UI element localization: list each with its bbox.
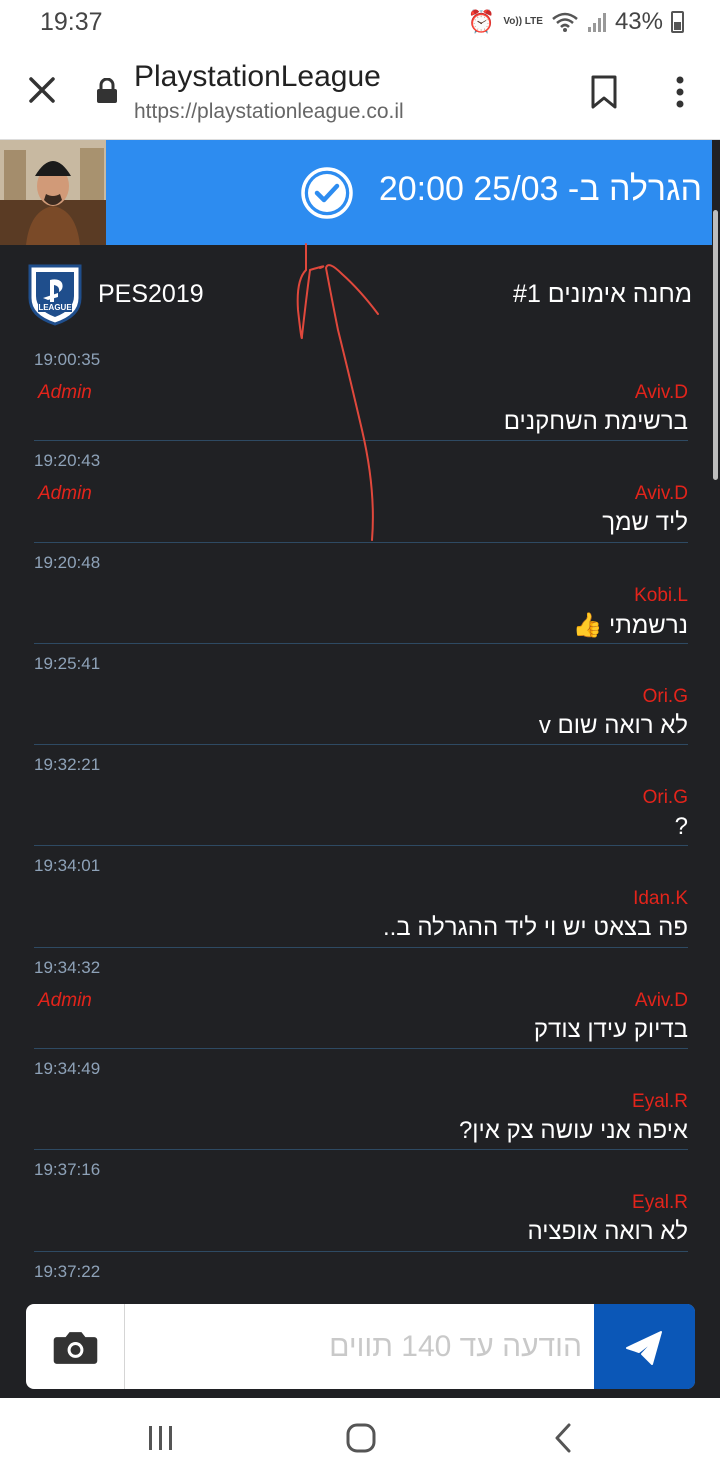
more-menu-button[interactable] [664, 74, 696, 110]
message-text: ברשימת השחקנים [503, 408, 688, 435]
message-text: בדיוק עידן צודק [533, 1015, 688, 1043]
chat-message: 19:34:01 Idan.K פה בצאט יש וי ליד ההגרלה… [0, 846, 720, 948]
playstation-league-logo: LEAGUE [28, 264, 82, 326]
chat-message: 19:34:49 Eyal.R איפה אני עושה צק אין? [0, 1049, 720, 1151]
message-username[interactable]: Ori.G [643, 686, 688, 708]
message-username[interactable]: Ori.G [643, 787, 688, 809]
chat-message: 19:32:21 Ori.G ? [0, 745, 720, 847]
chat-messages[interactable]: 19:00:35 Admin Aviv.D ברשימת השחקנים 19:… [0, 340, 720, 1353]
message-time: 19:34:01 [34, 856, 101, 876]
message-text: לא רואה שום v [538, 711, 688, 739]
check-circle-icon[interactable] [300, 166, 354, 220]
svg-text:LEAGUE: LEAGUE [38, 303, 72, 312]
recent-apps-button[interactable] [140, 1420, 180, 1456]
message-input[interactable] [126, 1304, 594, 1389]
battery-percent: 43% [614, 8, 663, 35]
message-username[interactable]: Eyal.R [632, 1192, 688, 1214]
message-username[interactable]: Eyal.R [632, 1091, 688, 1113]
system-navigation-bar [0, 1398, 720, 1480]
send-button[interactable] [594, 1304, 695, 1389]
page-title: PlaystationLeague [134, 60, 381, 93]
message-text: ? [674, 813, 688, 841]
chat-message: 19:34:32 Admin Aviv.D בדיוק עידן צודק [0, 948, 720, 1050]
alarm-icon: ⏰ [467, 9, 496, 34]
draw-announcement: הגרלה ב- 25/03 20:00 [378, 170, 702, 208]
status-bar: 19:37 ⏰ Vo)) LTE 43% [0, 0, 720, 44]
message-text: איפה אני עושה צק אין? [458, 1117, 688, 1145]
message-time: 19:37:22 [34, 1261, 101, 1281]
admin-badge: Admin [38, 989, 92, 1011]
message-time: 19:25:41 [34, 653, 101, 673]
message-time: 19:32:21 [34, 755, 101, 775]
chat-message: 19:00:35 Admin Aviv.D ברשימת השחקנים [0, 340, 720, 442]
battery-icon [671, 11, 684, 33]
volte-icon: Vo)) LTE [503, 16, 543, 27]
message-time: 19:34:32 [34, 957, 101, 977]
close-tab-button[interactable] [24, 72, 60, 108]
camera-button[interactable] [26, 1304, 125, 1389]
message-username[interactable]: Kobi.L [634, 585, 688, 607]
message-time: 19:34:49 [34, 1059, 101, 1079]
admin-badge: Admin [38, 483, 92, 505]
home-button[interactable] [341, 1420, 381, 1456]
message-text: לא רואה אופציה [527, 1218, 688, 1246]
status-icons: ⏰ Vo)) LTE 43% [468, 8, 684, 36]
avatar[interactable] [0, 140, 106, 245]
message-username[interactable]: Aviv.D [635, 990, 688, 1012]
message-text: נרשמתי 👍 [572, 611, 688, 639]
lock-icon [97, 78, 117, 103]
message-time: 19:20:43 [34, 451, 101, 471]
browser-toolbar: PlaystationLeague https://playstationlea… [0, 44, 720, 140]
draw-banner[interactable]: הגרלה ב- 25/03 20:00 [0, 140, 712, 245]
message-time: 19:37:16 [34, 1160, 101, 1180]
message-username[interactable]: Aviv.D [635, 483, 688, 505]
admin-badge: Admin [38, 382, 92, 403]
chat-message: 19:20:48 Kobi.L נרשמתי 👍 [0, 543, 720, 644]
message-username[interactable]: Idan.K [633, 888, 688, 910]
message-composer [26, 1304, 695, 1389]
message-username[interactable]: Aviv.D [635, 382, 688, 404]
chat-message: 19:20:43 Admin Aviv.D ליד שמך [0, 441, 720, 543]
chat-message: 19:37:16 Eyal.R לא רואה אופציה [0, 1150, 720, 1252]
chat-message: 19:25:41 Ori.G לא רואה שום v [0, 644, 720, 746]
wifi-icon [552, 12, 578, 32]
league-game: PES2019 [98, 280, 204, 308]
message-time: 19:20:48 [34, 552, 101, 572]
status-time: 19:37 [40, 8, 103, 36]
bookmark-button[interactable] [588, 74, 620, 110]
league-name: מחנה אימונים #1 [513, 280, 692, 308]
back-button[interactable] [543, 1420, 583, 1456]
message-text: ליד שמך [602, 509, 688, 537]
message-time: 19:00:35 [34, 350, 101, 369]
url-field[interactable]: https://playstationleague.co.il [134, 100, 404, 124]
message-text: פה בצאט יש וי ליד ההגרלה ב.. [382, 914, 688, 942]
signal-icon [587, 13, 606, 32]
